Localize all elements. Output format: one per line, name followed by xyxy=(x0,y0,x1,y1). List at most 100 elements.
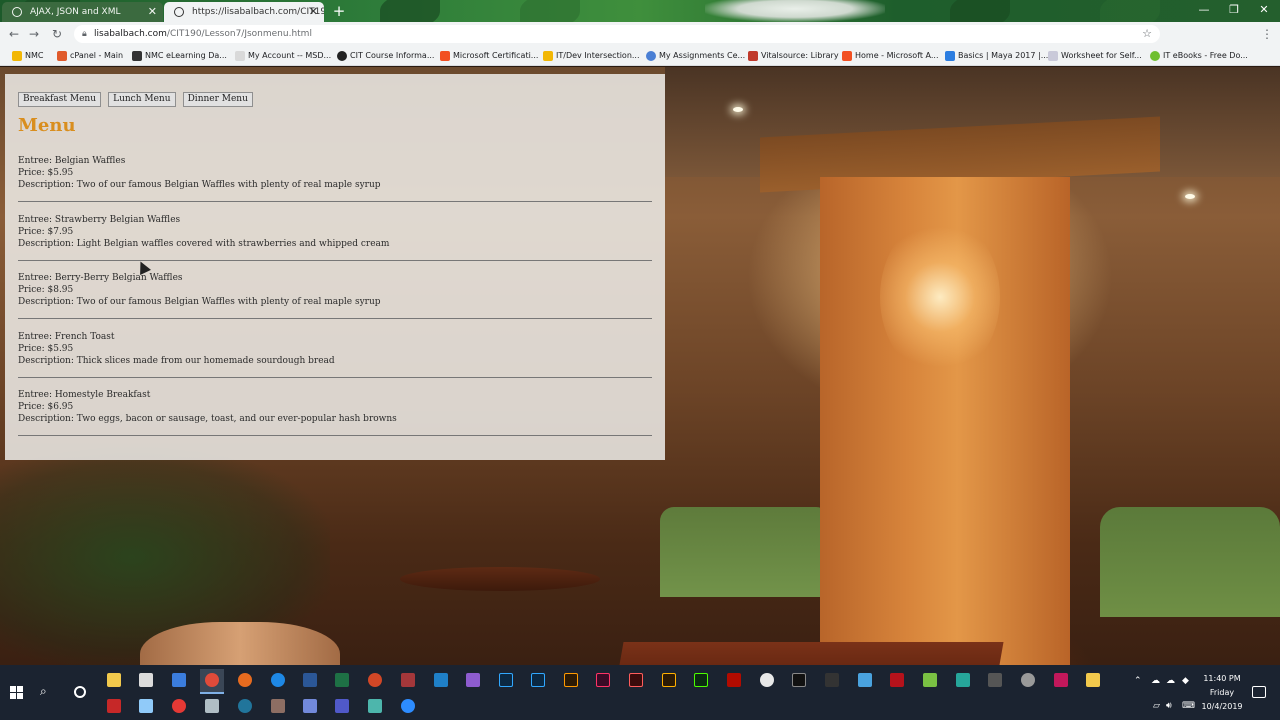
app-icon[interactable] xyxy=(205,699,219,713)
edge-icon[interactable] xyxy=(271,673,285,687)
back-icon[interactable]: ← xyxy=(6,26,22,42)
close-icon[interactable]: ✕ xyxy=(148,2,157,22)
app-icon[interactable] xyxy=(858,673,872,687)
photoshop-icon[interactable] xyxy=(499,673,513,687)
background-lamp xyxy=(733,107,743,112)
menu-item-entree: Entree: Homestyle Breakfast xyxy=(18,390,151,400)
app-icon[interactable] xyxy=(760,673,774,687)
bookmark-item[interactable]: IT eBooks - Free Do... xyxy=(1150,46,1248,66)
divider xyxy=(18,376,652,378)
illustrator-icon[interactable] xyxy=(564,673,578,687)
visual-studio-icon[interactable] xyxy=(466,673,480,687)
bookmark-item[interactable]: CIT Course Informa... xyxy=(337,46,434,66)
decorative-leaf xyxy=(380,0,440,22)
app-icon[interactable] xyxy=(1021,673,1035,687)
tab-jsonmenu[interactable]: https://lisabalbach.com/CIT190/L ✕ xyxy=(164,2,324,22)
taskbar-clock[interactable]: 11:40 PM Friday 10/4/2019 xyxy=(1196,672,1248,714)
decorative-leaf xyxy=(1100,0,1160,22)
app-icon[interactable] xyxy=(988,673,1002,687)
notepad-icon[interactable] xyxy=(139,699,153,713)
bookmark-item[interactable]: Basics | Maya 2017 |... xyxy=(945,46,1048,66)
tab-ajax-json-xml[interactable]: AJAX, JSON and XML ✕ xyxy=(2,2,163,22)
access-icon[interactable] xyxy=(401,673,415,687)
bookmark-label: CIT Course Informa... xyxy=(350,51,435,60)
dreamweaver-icon[interactable] xyxy=(694,673,708,687)
minimize-button[interactable]: — xyxy=(1188,0,1220,22)
calculator-icon[interactable] xyxy=(139,673,153,687)
bookmark-label: IT eBooks - Free Do... xyxy=(1163,51,1248,60)
theme-image xyxy=(705,0,885,22)
animate-icon[interactable] xyxy=(629,673,643,687)
photoshop-icon[interactable] xyxy=(531,673,545,687)
maximize-button[interactable]: ❐ xyxy=(1218,0,1250,22)
bookmark-label: NMC eLearning Da... xyxy=(145,51,227,60)
terminal-icon[interactable] xyxy=(792,673,806,687)
reload-icon[interactable]: ↻ xyxy=(49,26,65,42)
word-icon[interactable] xyxy=(303,673,317,687)
menu-item-price: Price: $5.95 xyxy=(18,343,74,354)
bookmark-item[interactable]: cPanel - Main xyxy=(57,46,123,66)
app-icon[interactable] xyxy=(825,673,839,687)
vscode-icon[interactable] xyxy=(434,673,448,687)
lunch-menu-button[interactable]: Lunch Menu xyxy=(108,92,176,107)
dinner-menu-button[interactable]: Dinner Menu xyxy=(182,92,253,107)
app-icon[interactable] xyxy=(368,699,382,713)
indesign-icon[interactable] xyxy=(596,673,610,687)
bookmark-item[interactable]: My Account -- MSD... xyxy=(235,46,331,66)
app-icon[interactable] xyxy=(1054,673,1068,687)
excel-icon[interactable] xyxy=(335,673,349,687)
chevron-up-icon[interactable]: ⌃ xyxy=(1134,676,1142,686)
bookmark-item[interactable]: NMC eLearning Da... xyxy=(132,46,227,66)
cloud-icon[interactable]: ☁ xyxy=(1151,676,1160,686)
bookmark-item[interactable]: IT/Dev Intersection... xyxy=(543,46,640,66)
close-window-button[interactable]: ✕ xyxy=(1248,0,1280,22)
bookmark-label: NMC xyxy=(25,51,44,60)
filezilla-icon[interactable] xyxy=(890,673,904,687)
store-icon[interactable] xyxy=(172,673,186,687)
volume-icon[interactable]: 🔊︎ xyxy=(1166,701,1172,711)
powerpoint-icon[interactable] xyxy=(368,673,382,687)
app-icon[interactable] xyxy=(956,673,970,687)
wordpress-icon[interactable] xyxy=(238,699,252,713)
url-text[interactable]: lisabalbach.com/CIT190/Lesson7/Jsonmenu.… xyxy=(94,25,312,43)
bookmark-item[interactable]: My Assignments Ce... xyxy=(646,46,745,66)
discord-icon[interactable] xyxy=(303,699,317,713)
cortana-icon[interactable] xyxy=(74,686,86,698)
divider xyxy=(18,259,652,261)
firefox-icon[interactable] xyxy=(238,673,252,687)
teams-icon[interactable] xyxy=(335,699,349,713)
network-icon[interactable]: ▱ xyxy=(1153,701,1160,711)
cloud-icon[interactable]: ☁ xyxy=(1166,676,1175,686)
notification-icon[interactable] xyxy=(1252,686,1266,698)
address-bar[interactable]: 🔒︎ lisabalbach.com/CIT190/Lesson7/Jsonme… xyxy=(74,25,1160,43)
acrobat-icon[interactable] xyxy=(727,673,741,687)
bookmark-item[interactable]: Home - Microsoft A... xyxy=(842,46,939,66)
bookmark-item[interactable]: Vitalsource: Library xyxy=(748,46,839,66)
bookmark-label: IT/Dev Intersection... xyxy=(556,51,640,60)
url-host: lisabalbach.com xyxy=(94,29,167,39)
bookmark-star-icon[interactable]: ☆ xyxy=(1142,25,1152,43)
app-icon[interactable] xyxy=(271,699,285,713)
opera-icon[interactable] xyxy=(172,699,186,713)
file-explorer-icon[interactable] xyxy=(107,673,121,687)
keyboard-icon[interactable]: ⌨ xyxy=(1182,701,1195,711)
bookmark-item[interactable]: Worksheet for Self... xyxy=(1048,46,1142,66)
close-icon[interactable]: ✕ xyxy=(309,2,318,22)
menu-item-description: Description: Two of our famous Belgian W… xyxy=(18,180,381,190)
search-icon[interactable]: ⌕ xyxy=(40,684,47,699)
forward-icon[interactable]: → xyxy=(26,26,42,42)
chrome-icon[interactable] xyxy=(205,673,219,687)
bridge-icon[interactable] xyxy=(662,673,676,687)
breakfast-menu-button[interactable]: Breakfast Menu xyxy=(18,92,101,107)
bookmark-label: Worksheet for Self... xyxy=(1061,51,1142,60)
windows-start-icon[interactable] xyxy=(10,686,24,700)
menu-dots-icon[interactable]: ⋮ xyxy=(1259,26,1275,42)
dropbox-icon[interactable]: ◆ xyxy=(1182,676,1189,686)
bookmark-item[interactable]: NMC xyxy=(12,46,43,66)
app-icon[interactable] xyxy=(1086,673,1100,687)
app-icon[interactable] xyxy=(923,673,937,687)
zoom-icon[interactable] xyxy=(401,699,415,713)
app-icon[interactable] xyxy=(107,699,121,713)
bookmark-item[interactable]: Microsoft Certificati... xyxy=(440,46,538,66)
new-tab-button[interactable]: + xyxy=(331,3,347,19)
